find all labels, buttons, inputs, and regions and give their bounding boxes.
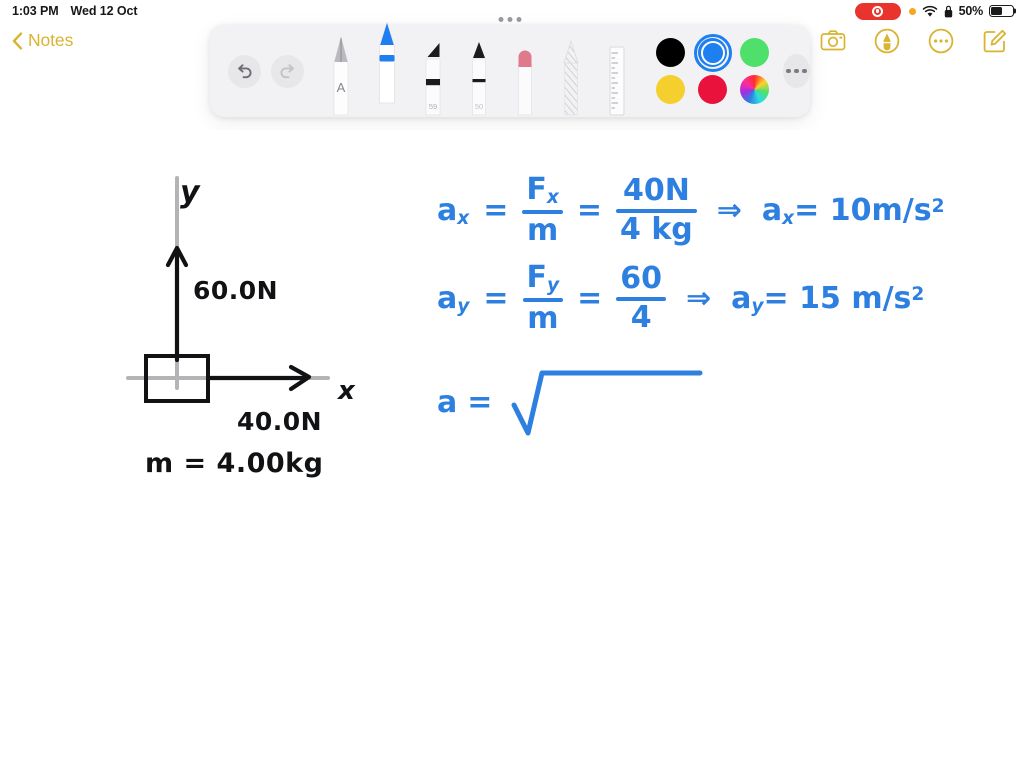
ay-equals-1: =: [483, 281, 509, 317]
eraser-tool[interactable]: [502, 29, 548, 117]
square-root-symbol: [511, 370, 703, 436]
wifi-icon: [922, 5, 937, 17]
back-label: Notes: [28, 30, 74, 50]
color-row-top: [656, 33, 769, 72]
ay-fraction-force-over-mass: Fy m: [522, 262, 564, 335]
back-to-notes-button[interactable]: Notes: [12, 30, 73, 51]
markup-toolbar: A 59 50: [210, 21, 810, 117]
redo-button[interactable]: [271, 54, 304, 88]
color-swatch-red[interactable]: [698, 75, 727, 104]
a-equals: =: [467, 385, 493, 420]
note-canvas[interactable]: y x 60.0N 40.0N m = 4.00kg ax = Fx m = 4…: [0, 130, 1024, 768]
status-time: 1:03 PM: [12, 4, 59, 18]
pen-tool[interactable]: [364, 17, 410, 105]
recording-ring-icon: [872, 5, 884, 17]
vertical-force-arrow: [165, 245, 189, 363]
ax-result: ax= 10m/s2: [761, 192, 945, 229]
svg-text:50: 50: [475, 102, 483, 111]
mass-label: m = 4.00kg: [145, 448, 324, 479]
markup-toolbar-container: A 59 50: [210, 12, 810, 122]
color-row-bottom: [656, 75, 769, 104]
horizontal-force-arrow: [205, 364, 312, 392]
svg-text:59: 59: [429, 102, 437, 111]
fountain-pen-tool[interactable]: A: [318, 29, 364, 117]
ax-equals-2: =: [576, 193, 603, 229]
status-date: Wed 12 Oct: [70, 4, 138, 18]
ay-implies-arrow: ⇒: [686, 281, 712, 317]
ax-lhs: ax: [437, 192, 470, 229]
ay-equals-2: =: [577, 281, 603, 317]
highlighter-tool[interactable]: 59: [410, 29, 456, 117]
tool-list: A 59 50: [312, 21, 640, 117]
a-lhs: a: [437, 385, 458, 420]
color-swatch-green[interactable]: [740, 38, 769, 67]
undo-arrow-icon: [238, 63, 252, 78]
ax-implies-arrow: ⇒: [716, 193, 742, 229]
horizontal-force-label: 40.0N: [237, 407, 323, 436]
vertical-force-label: 60.0N: [193, 276, 279, 305]
crayon-tool[interactable]: [548, 29, 594, 117]
ax-fraction-numbers: 40N 4 kg: [616, 176, 697, 245]
ellipsis-circle-icon[interactable]: [928, 28, 954, 54]
ay-lhs: ay: [437, 280, 470, 317]
ipad-notes-markup-screen: 1:03 PM Wed 12 Oct 50% Notes A 59 50 y x…: [0, 0, 1024, 768]
color-palette: [640, 25, 775, 117]
camera-icon[interactable]: [820, 28, 846, 54]
ay-result: ay= 15 m/s2: [731, 280, 925, 317]
svg-text:A: A: [337, 80, 346, 95]
undo-redo-group: [210, 25, 312, 117]
color-swatch-spectrum[interactable]: [740, 75, 769, 104]
ax-fraction-force-over-mass: Fx m: [522, 174, 563, 247]
color-swatch-black[interactable]: [656, 38, 685, 67]
battery-percent-label: 50%: [958, 4, 984, 18]
chevron-left-icon: [12, 31, 23, 50]
x-axis-label: x: [338, 376, 355, 406]
ax-equals-1: =: [483, 193, 509, 229]
equation-line-ax: ax = Fx m = 40N 4 kg ⇒ ax= 10m/s2: [437, 174, 945, 247]
compose-icon[interactable]: [982, 28, 1008, 54]
screen-recording-indicator[interactable]: [854, 2, 901, 20]
markup-pen-circle-icon[interactable]: [874, 28, 900, 54]
more-tools-button[interactable]: [783, 54, 810, 88]
top-action-bar: [820, 28, 1008, 54]
ruler-tool[interactable]: [594, 29, 640, 117]
status-bar-right: 50%: [854, 2, 1017, 20]
pencil-tool[interactable]: 50: [456, 29, 502, 117]
equation-line-a-magnitude: a =: [437, 365, 708, 440]
status-bar-left: 1:03 PM Wed 12 Oct: [12, 4, 138, 18]
battery-icon: [989, 5, 1017, 17]
color-swatch-yellow[interactable]: [656, 75, 685, 104]
undo-button[interactable]: [228, 54, 261, 88]
orientation-lock-icon: [944, 5, 952, 17]
color-swatch-blue[interactable]: [693, 33, 732, 72]
equation-line-ay: ay = Fy m = 60 4 ⇒ ay= 15 m/s2: [437, 262, 925, 335]
ay-fraction-numbers: 60 4: [616, 264, 667, 333]
redo-arrow-icon: [280, 63, 294, 78]
microphone-in-use-dot: [908, 7, 916, 15]
y-axis-label: y: [180, 175, 200, 210]
